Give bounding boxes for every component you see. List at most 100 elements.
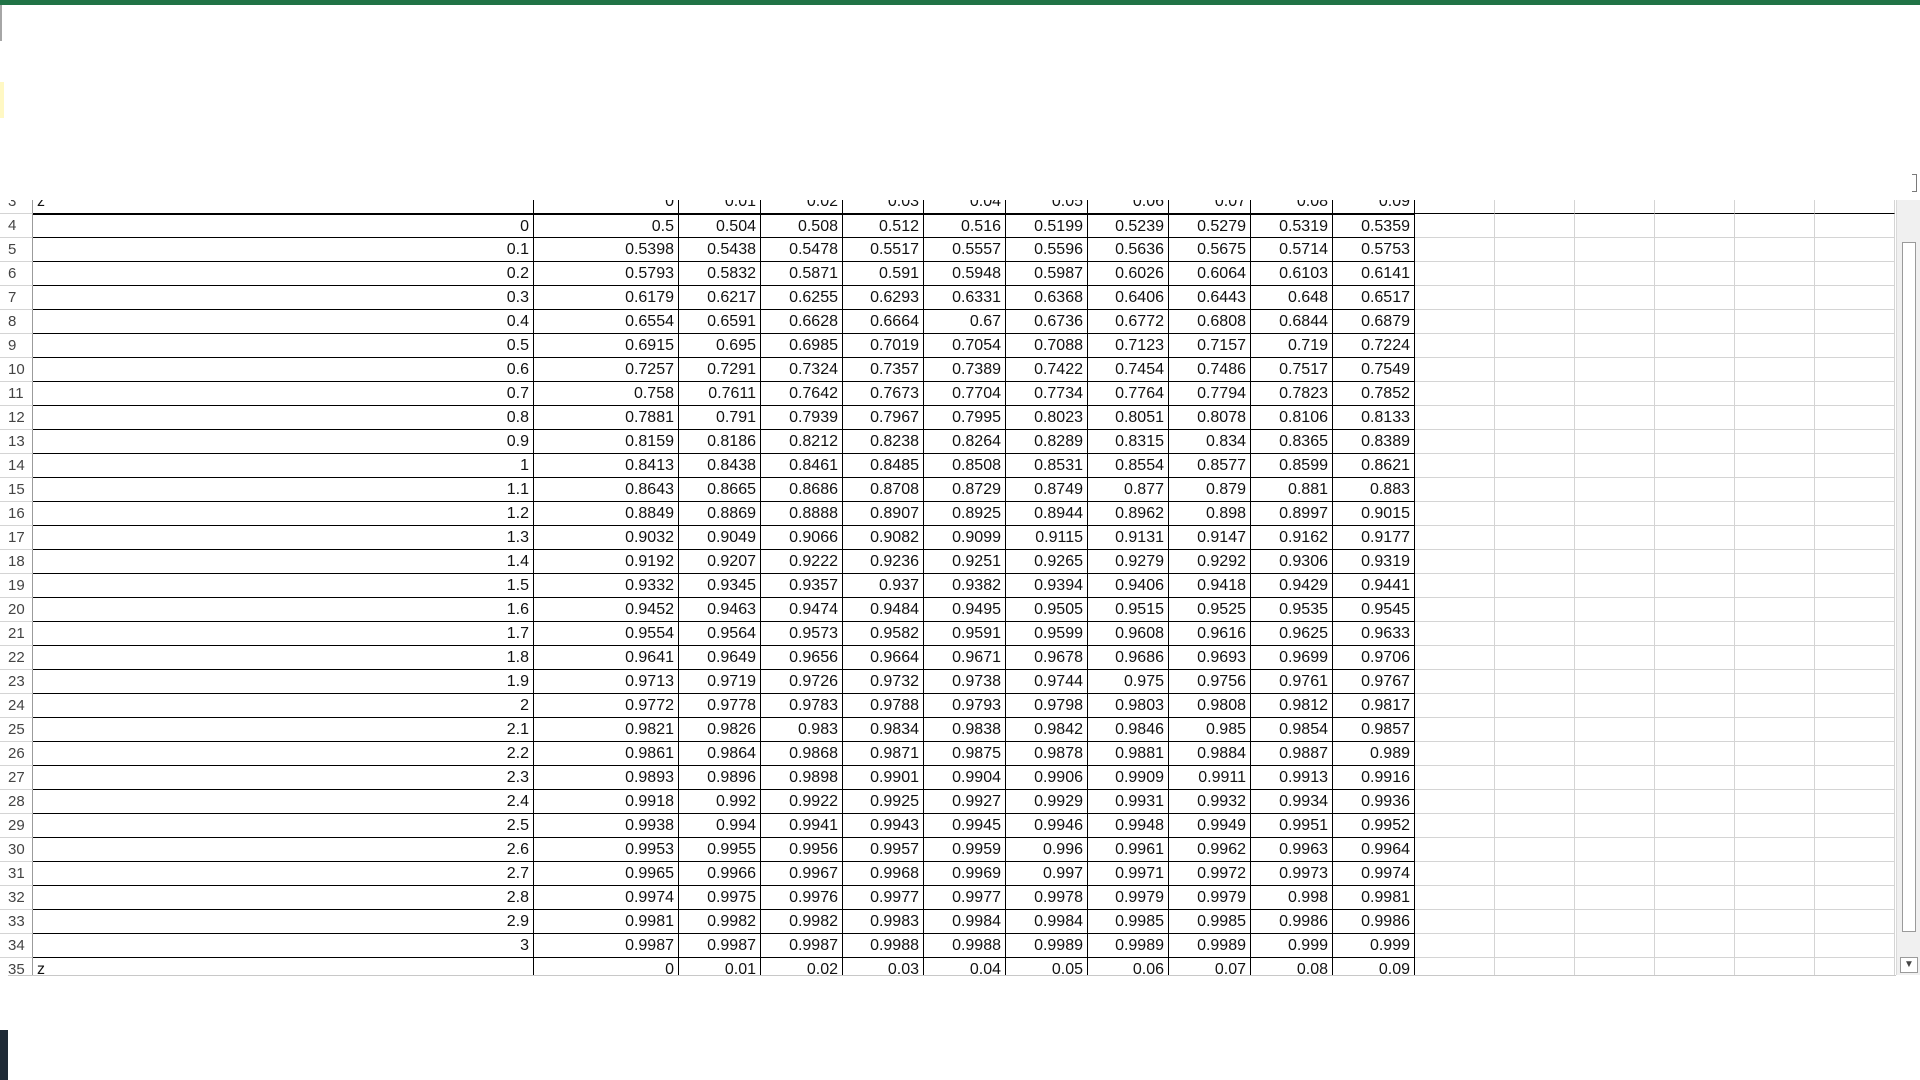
cell[interactable]: 0.7881	[534, 406, 679, 430]
cell[interactable]	[1415, 382, 1495, 406]
cell[interactable]: 0.9236	[843, 550, 924, 574]
cell[interactable]	[1495, 886, 1575, 910]
cell[interactable]	[1815, 238, 1895, 262]
cell[interactable]	[1415, 502, 1495, 526]
cell[interactable]	[1815, 814, 1895, 838]
cell[interactable]: 0.9699	[1251, 646, 1333, 670]
cell[interactable]: 0.9949	[1169, 814, 1251, 838]
cell[interactable]: 1.6	[33, 598, 534, 622]
cell[interactable]: 0.6	[33, 358, 534, 382]
cell[interactable]: 0.7389	[924, 358, 1006, 382]
cell[interactable]: 0.9793	[924, 694, 1006, 718]
cell[interactable]: 0.8962	[1088, 502, 1169, 526]
cell[interactable]: 0.5675	[1169, 238, 1251, 262]
cell[interactable]: 0.9798	[1006, 694, 1088, 718]
cell[interactable]: 2.7	[33, 862, 534, 886]
cell[interactable]: 0.9838	[924, 718, 1006, 742]
cell[interactable]	[1415, 718, 1495, 742]
cell[interactable]: 0.5596	[1006, 238, 1088, 262]
cell[interactable]: 0.9382	[924, 574, 1006, 598]
cell[interactable]	[1575, 214, 1655, 238]
cell[interactable]: 0.9761	[1251, 670, 1333, 694]
cell[interactable]: 0.9864	[679, 742, 761, 766]
cell[interactable]: 2.8	[33, 886, 534, 910]
cell[interactable]	[1735, 526, 1815, 550]
cell[interactable]	[1575, 958, 1655, 975]
cell[interactable]: 0.9871	[843, 742, 924, 766]
cell[interactable]: 0.7794	[1169, 382, 1251, 406]
cell[interactable]: 0.998	[1251, 886, 1333, 910]
cell[interactable]	[1735, 478, 1815, 502]
cell[interactable]	[1495, 310, 1575, 334]
cell[interactable]: 0.07	[1169, 200, 1251, 214]
cell[interactable]: 0.9788	[843, 694, 924, 718]
cell[interactable]: 0.9207	[679, 550, 761, 574]
cell[interactable]: 0.5832	[679, 262, 761, 286]
cell[interactable]	[1415, 886, 1495, 910]
cell[interactable]: 0.9986	[1251, 910, 1333, 934]
cell[interactable]: 0.9599	[1006, 622, 1088, 646]
cell[interactable]: 0.9982	[679, 910, 761, 934]
cell[interactable]	[1815, 574, 1895, 598]
row-header[interactable]: 3	[0, 200, 33, 214]
cell[interactable]	[1815, 406, 1895, 430]
cell[interactable]: 0.9857	[1333, 718, 1415, 742]
cell[interactable]	[1415, 286, 1495, 310]
cell[interactable]	[1575, 766, 1655, 790]
cell[interactable]: 0.8925	[924, 502, 1006, 526]
cell[interactable]: 0.5517	[843, 238, 924, 262]
cell[interactable]: 0.9664	[843, 646, 924, 670]
cell[interactable]	[1415, 646, 1495, 670]
cell[interactable]	[1575, 382, 1655, 406]
cell[interactable]	[1495, 646, 1575, 670]
cell[interactable]: 0.512	[843, 214, 924, 238]
cell[interactable]: 0	[33, 214, 534, 238]
cell[interactable]: 0.5478	[761, 238, 843, 262]
cell[interactable]: 0.937	[843, 574, 924, 598]
cell[interactable]	[1575, 334, 1655, 358]
cell[interactable]: 0.9984	[924, 910, 1006, 934]
cell[interactable]: 0.8869	[679, 502, 761, 526]
cell[interactable]	[1655, 574, 1735, 598]
cell[interactable]: 0.9964	[1333, 838, 1415, 862]
cell[interactable]: 0.9656	[761, 646, 843, 670]
cell[interactable]: 0.9821	[534, 718, 679, 742]
cell[interactable]	[1415, 406, 1495, 430]
cell[interactable]: 0.5987	[1006, 262, 1088, 286]
row-header[interactable]: 21	[0, 622, 33, 646]
cell[interactable]	[1495, 502, 1575, 526]
cell[interactable]	[1815, 430, 1895, 454]
cell[interactable]	[1575, 430, 1655, 454]
cell[interactable]	[1735, 382, 1815, 406]
cell[interactable]: 0.9	[33, 430, 534, 454]
cell[interactable]: 0.01	[679, 200, 761, 214]
cell[interactable]	[1495, 718, 1575, 742]
row-header[interactable]: 14	[0, 454, 33, 478]
cell[interactable]: 0.9977	[843, 886, 924, 910]
cell[interactable]: 0.6554	[534, 310, 679, 334]
cell[interactable]: 0.6628	[761, 310, 843, 334]
cell[interactable]	[1495, 838, 1575, 862]
cell[interactable]: 0.9884	[1169, 742, 1251, 766]
cell[interactable]: 0.6517	[1333, 286, 1415, 310]
cell[interactable]: 0.9265	[1006, 550, 1088, 574]
cell[interactable]	[1415, 862, 1495, 886]
cell[interactable]: 0.05	[1006, 958, 1088, 975]
cell[interactable]: 0.6772	[1088, 310, 1169, 334]
row-header[interactable]: 34	[0, 934, 33, 958]
cell[interactable]: 0.8238	[843, 430, 924, 454]
cell[interactable]: 0.7224	[1333, 334, 1415, 358]
cell[interactable]: 0.9952	[1333, 814, 1415, 838]
cell[interactable]: 0.5	[33, 334, 534, 358]
cell[interactable]: 0.9966	[679, 862, 761, 886]
cell[interactable]	[1575, 934, 1655, 958]
cell[interactable]	[1415, 742, 1495, 766]
cell[interactable]	[1655, 790, 1735, 814]
cell[interactable]: 0.9977	[924, 886, 1006, 910]
cell[interactable]: 0.9989	[1169, 934, 1251, 958]
cell[interactable]: 0.09	[1333, 958, 1415, 975]
cell[interactable]: 0.5398	[534, 238, 679, 262]
cell[interactable]: 0.7642	[761, 382, 843, 406]
cell[interactable]: 0.504	[679, 214, 761, 238]
cell[interactable]: 0.516	[924, 214, 1006, 238]
